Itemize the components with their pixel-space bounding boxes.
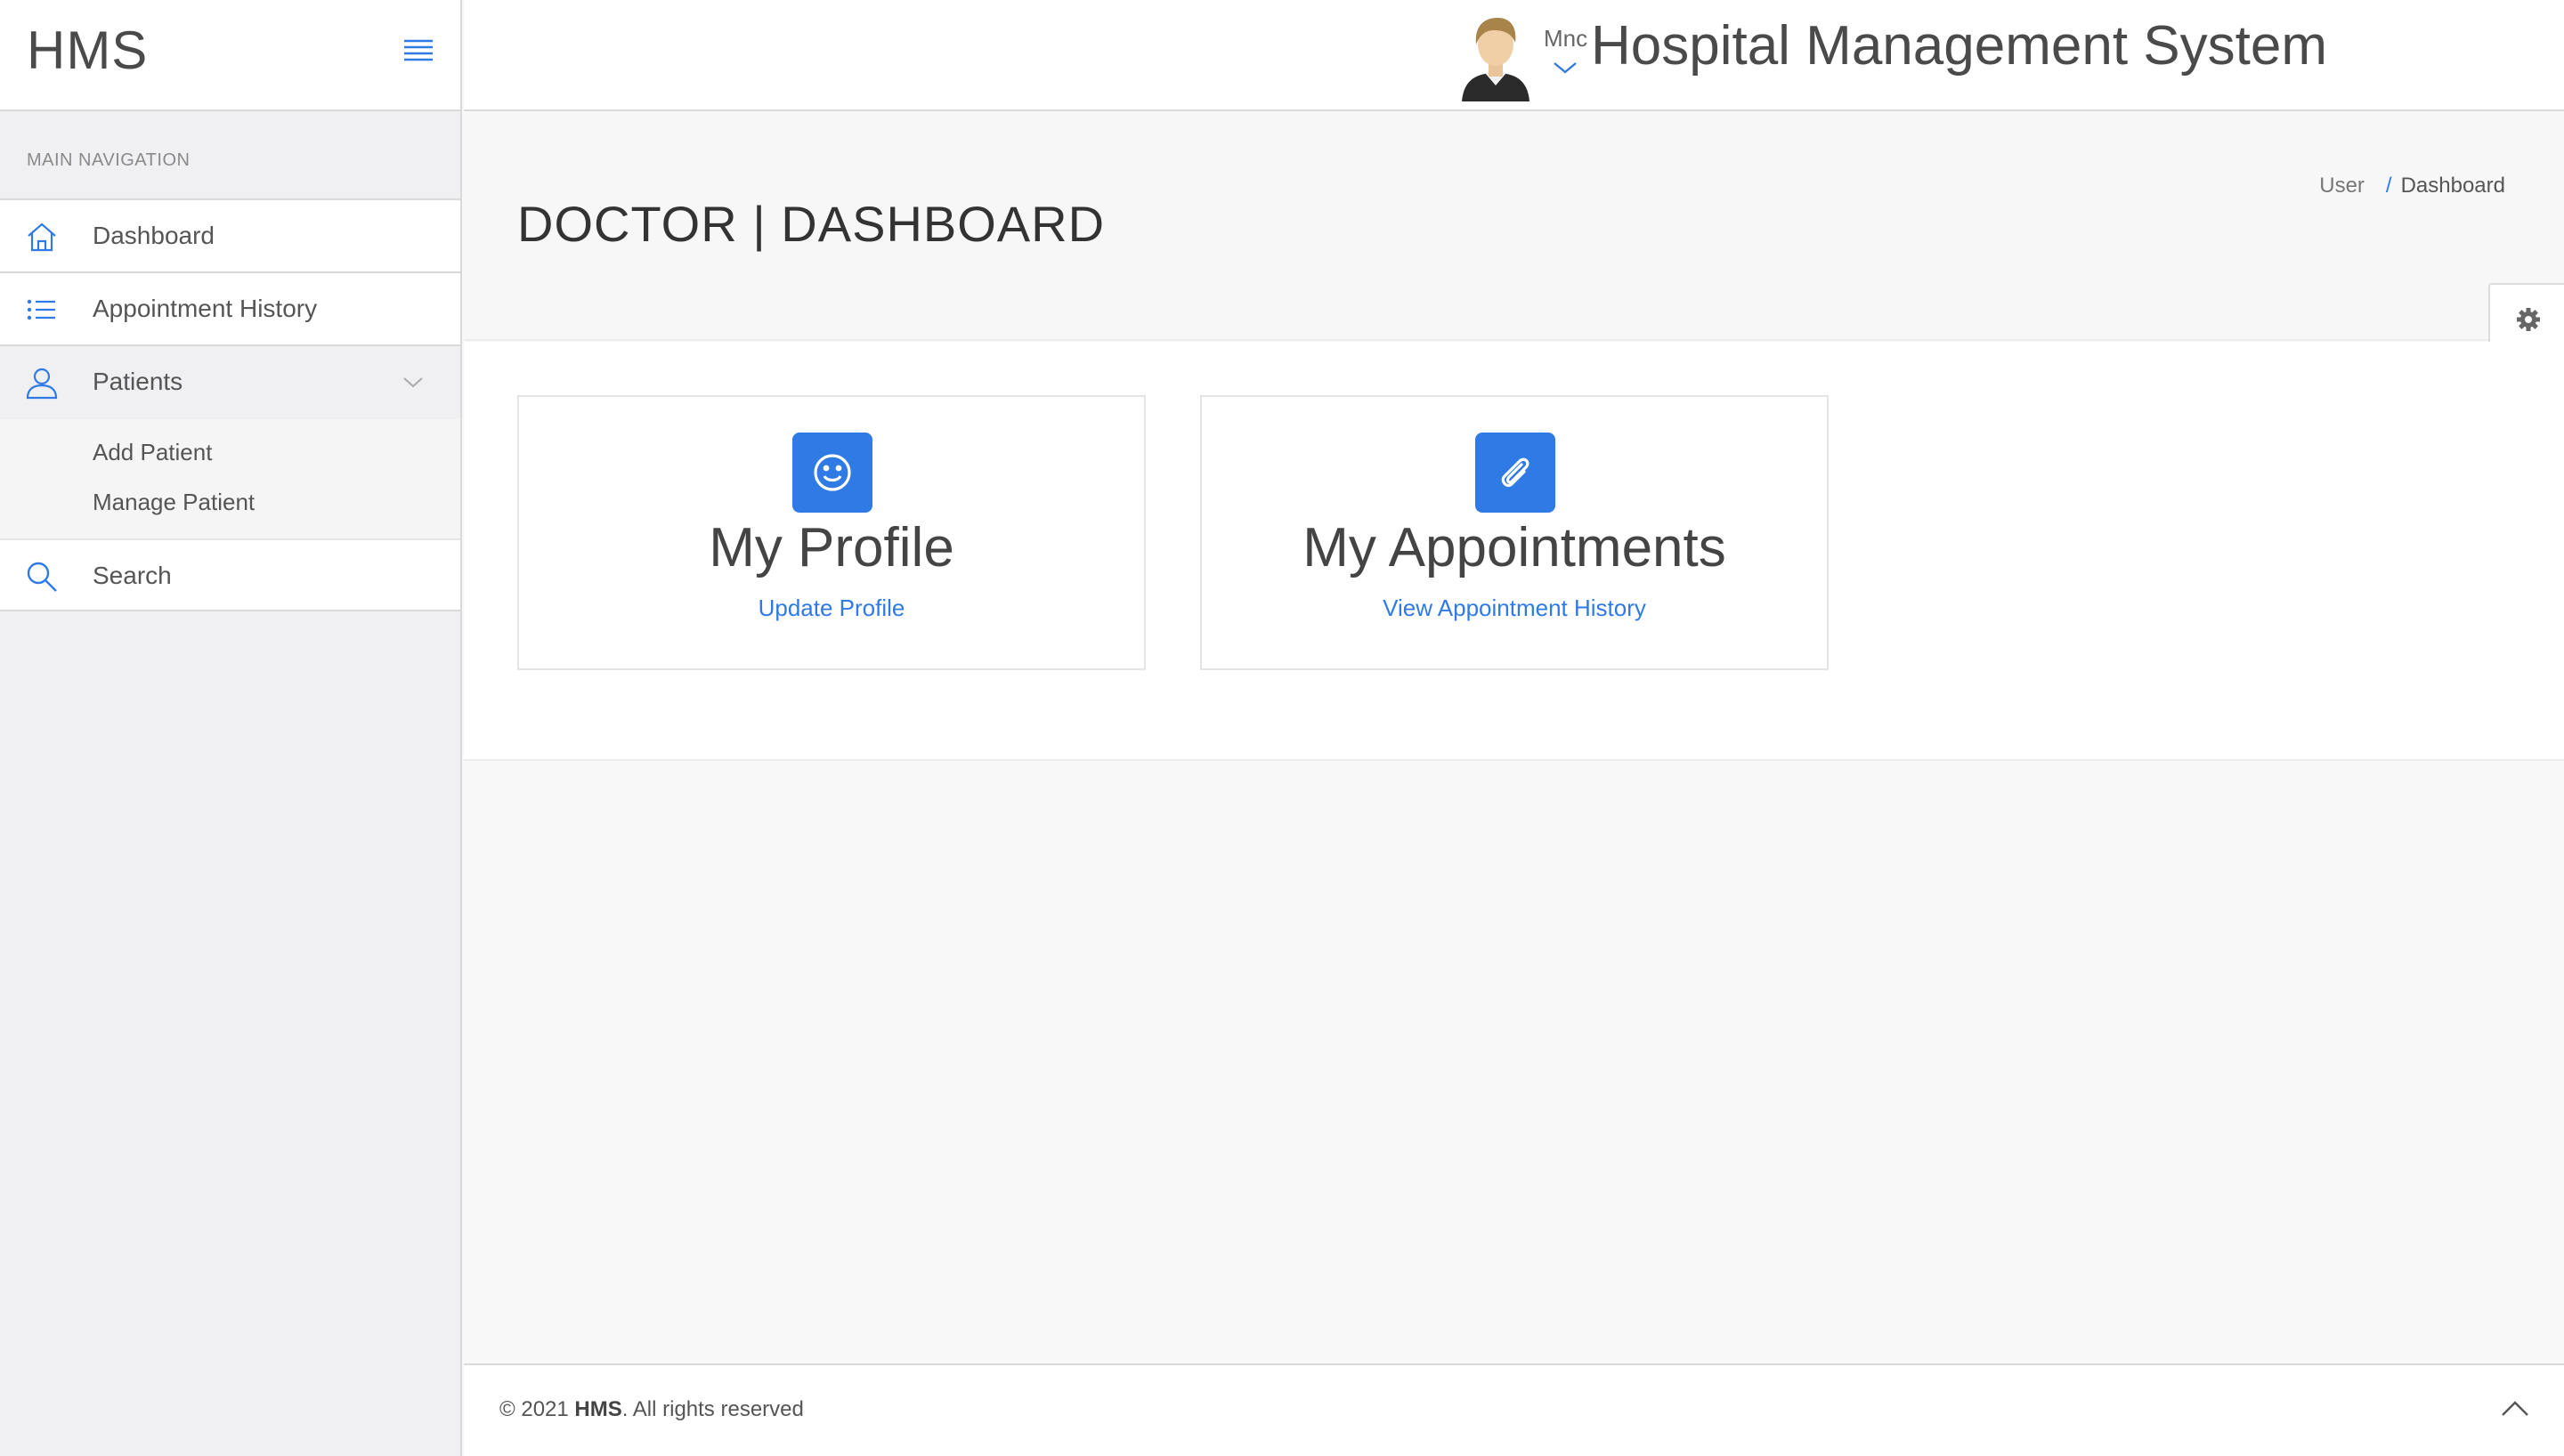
card-title: My Appointments bbox=[1302, 517, 1726, 578]
username[interactable]: Mnc bbox=[1544, 25, 1587, 53]
sidebar-item-search[interactable]: Search bbox=[0, 538, 460, 611]
user-icon bbox=[25, 366, 59, 400]
breadcrumb-separator: / bbox=[2385, 174, 2392, 198]
home-icon bbox=[25, 220, 59, 254]
scroll-to-top-icon[interactable] bbox=[2499, 1397, 2531, 1419]
brand-logo-text[interactable]: HMS bbox=[27, 20, 148, 81]
list-icon bbox=[25, 293, 59, 327]
chevron-down-icon[interactable] bbox=[1552, 61, 1578, 75]
chevron-down-icon[interactable] bbox=[401, 375, 426, 391]
update-profile-link[interactable]: Update Profile bbox=[519, 595, 1144, 622]
app-title: Hospital Management System bbox=[1590, 15, 2327, 77]
sidebar-item-label: Dashboard bbox=[93, 222, 215, 249]
page-title: DOCTOR | DASHBOARD bbox=[517, 196, 1106, 252]
dashboard-content: My Profile Update Profile My Appointment… bbox=[464, 342, 2564, 761]
copyright-text: © 2021 HMS. All rights reserved bbox=[499, 1397, 804, 1422]
copyright-brand: HMS bbox=[574, 1397, 622, 1421]
sidebar-item-patients[interactable]: Patients bbox=[0, 346, 460, 419]
footer: © 2021 HMS. All rights reserved bbox=[464, 1363, 2564, 1456]
sidebar-subitem-manage-patient[interactable]: Manage Patient bbox=[0, 478, 460, 528]
brand-bar: HMS bbox=[0, 0, 460, 111]
top-bar: Hospital Management System Mnc bbox=[464, 0, 2564, 111]
nav-section-label: Main Navigation bbox=[0, 111, 460, 200]
search-icon bbox=[25, 560, 59, 594]
sidebar-item-label: Appointment History bbox=[93, 295, 318, 322]
sidebar-item-dashboard[interactable]: Dashboard bbox=[0, 200, 460, 273]
menu-toggle-icon[interactable] bbox=[401, 37, 436, 64]
breadcrumb-item-user[interactable]: User bbox=[2319, 174, 2365, 198]
sidebar-item-appointment-history[interactable]: Appointment History bbox=[0, 273, 460, 346]
page-header: DOCTOR | DASHBOARD User / Dashboard bbox=[464, 113, 2564, 341]
sidebar-subitem-add-patient[interactable]: Add Patient bbox=[0, 428, 460, 478]
card-my-appointments: My Appointments View Appointment History bbox=[1200, 395, 1829, 670]
breadcrumb-item-dashboard: Dashboard bbox=[2400, 174, 2505, 198]
card-my-profile: My Profile Update Profile bbox=[517, 395, 1146, 670]
sidebar-item-label: Search bbox=[93, 562, 172, 589]
sidebar: HMS Main Navigation Dashboard Appoin bbox=[0, 0, 462, 1456]
user-avatar[interactable] bbox=[1458, 14, 1533, 101]
copyright-suffix: . All rights reserved bbox=[621, 1397, 804, 1421]
smile-icon bbox=[792, 433, 872, 513]
gear-icon bbox=[2517, 308, 2540, 331]
view-appointment-history-link[interactable]: View Appointment History bbox=[1202, 595, 1827, 622]
copyright-prefix: © 2021 bbox=[499, 1397, 569, 1421]
patients-submenu: Add Patient Manage Patient bbox=[0, 419, 460, 538]
paperclip-icon bbox=[1475, 433, 1555, 513]
card-title: My Profile bbox=[709, 517, 954, 578]
sidebar-item-label: Patients bbox=[93, 368, 183, 395]
breadcrumb: User / Dashboard bbox=[2319, 174, 2505, 198]
